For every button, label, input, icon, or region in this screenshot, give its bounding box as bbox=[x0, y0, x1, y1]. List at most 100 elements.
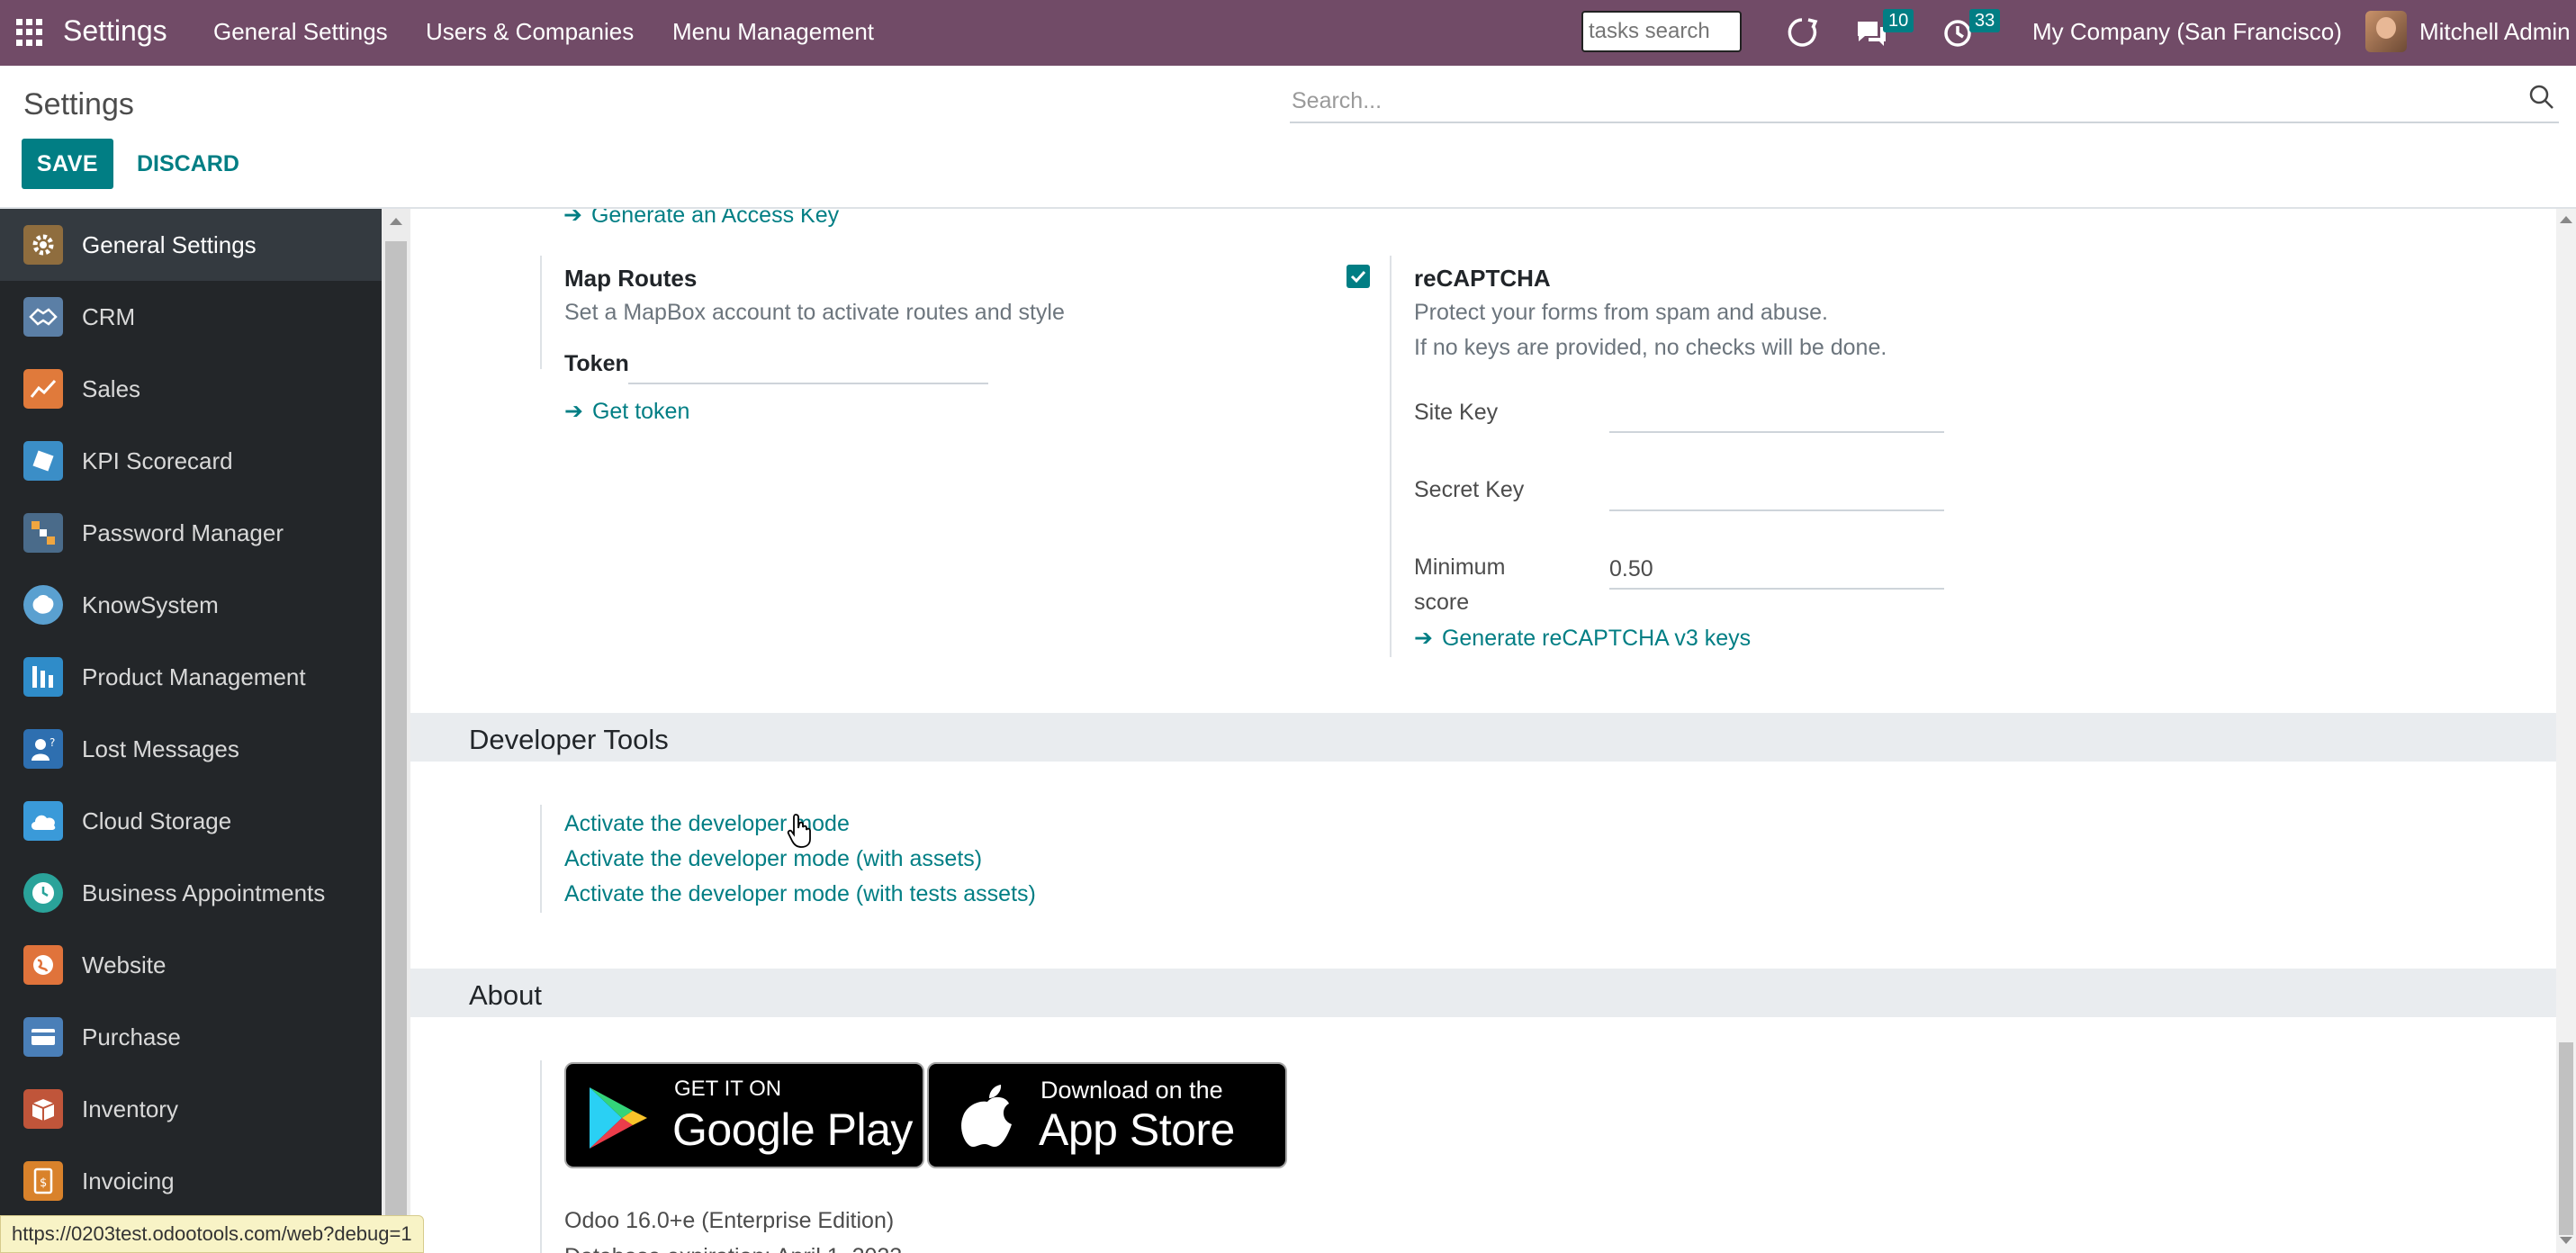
content-scrollbar[interactable] bbox=[2556, 209, 2576, 1253]
sidebar-item-website[interactable]: Website bbox=[0, 929, 382, 1001]
messages-count-badge: 10 bbox=[1883, 9, 1914, 32]
company-switcher[interactable]: My Company (San Francisco) bbox=[2032, 18, 2342, 46]
menu-general-settings[interactable]: General Settings bbox=[213, 18, 388, 46]
sidebar-item-sales[interactable]: Sales bbox=[0, 353, 382, 425]
developer-tools-header: Developer Tools bbox=[410, 713, 2556, 762]
activate-developer-mode-tests-link[interactable]: Activate the developer mode (with tests … bbox=[564, 881, 1036, 907]
minimum-score-label-line2: score bbox=[1414, 590, 1470, 615]
arrow-right-icon: ➔ bbox=[563, 209, 582, 228]
globe-icon bbox=[23, 945, 63, 985]
apps-grid-icon[interactable] bbox=[16, 19, 43, 46]
recaptcha-note: If no keys are provided, no checks will … bbox=[1414, 335, 1887, 360]
scroll-up-arrow-icon[interactable] bbox=[2560, 216, 2572, 223]
sidebar-item-knowsystem[interactable]: KnowSystem bbox=[0, 569, 382, 641]
sidebar-item-label: Password Manager bbox=[82, 518, 284, 546]
minimum-score-value[interactable]: 0.50 bbox=[1609, 556, 1653, 582]
activity-clock-icon[interactable] bbox=[1942, 18, 1973, 49]
chart-up-icon bbox=[23, 369, 63, 409]
google-play-icon bbox=[590, 1087, 647, 1149]
sidebar-item-purchase[interactable]: Purchase bbox=[0, 1001, 382, 1073]
menu-menu-management[interactable]: Menu Management bbox=[672, 18, 874, 46]
checkmark-icon bbox=[1350, 270, 1366, 284]
avatar[interactable] bbox=[2365, 11, 2407, 52]
token-label: Token bbox=[564, 351, 629, 376]
sidebar-item-label: Cloud Storage bbox=[82, 807, 232, 834]
brain-icon bbox=[23, 585, 63, 625]
sidebar-item-product-management[interactable]: Product Management bbox=[0, 641, 382, 713]
control-panel: Settings SAVE DISCARD bbox=[0, 66, 2576, 209]
sidebar-item-label: Website bbox=[82, 951, 167, 978]
sidebar-item-business-appointments[interactable]: Business Appointments bbox=[0, 857, 382, 929]
credit-card-icon bbox=[23, 1017, 63, 1057]
token-field[interactable] bbox=[628, 383, 988, 384]
app-store-badge[interactable]: Download on the App Store bbox=[927, 1062, 1287, 1168]
sidebar-item-kpi-scorecard[interactable]: KPI Scorecard bbox=[0, 425, 382, 497]
sidebar-item-label: CRM bbox=[82, 302, 136, 330]
gear-icon bbox=[23, 225, 63, 265]
svg-text:?: ? bbox=[50, 736, 55, 749]
menu-users-companies[interactable]: Users & Companies bbox=[426, 18, 634, 46]
site-key-label: Site Key bbox=[1414, 400, 1499, 425]
sidebar-item-invoicing[interactable]: $ Invoicing bbox=[0, 1145, 382, 1217]
site-key-field[interactable] bbox=[1609, 431, 1944, 433]
sidebar-item-crm[interactable]: CRM bbox=[0, 281, 382, 353]
generate-recaptcha-keys-link[interactable]: ➔ Generate reCAPTCHA v3 keys bbox=[1414, 625, 1751, 652]
sidebar-item-password-manager[interactable]: Password Manager bbox=[0, 497, 382, 569]
apple-icon bbox=[961, 1085, 1012, 1147]
product-management-icon bbox=[23, 657, 63, 697]
scorecard-icon bbox=[23, 441, 63, 481]
secret-key-field[interactable] bbox=[1609, 509, 1944, 511]
hand-cursor-icon bbox=[787, 814, 811, 848]
box-icon bbox=[23, 1089, 63, 1129]
generate-access-key-link[interactable]: ➔ Generate an Access Key bbox=[563, 209, 839, 229]
sidebar-item-label: Inventory bbox=[82, 1095, 178, 1122]
recaptcha-divider bbox=[1390, 256, 1392, 657]
sidebar-scrollbar-thumb[interactable] bbox=[385, 241, 407, 1240]
developer-tools-title: Developer Tools bbox=[469, 724, 669, 755]
about-header: About bbox=[410, 969, 2556, 1017]
google-play-badge[interactable]: GET IT ON Google Play bbox=[564, 1062, 924, 1168]
user-question-icon: ? bbox=[23, 729, 63, 769]
activities-count-badge: 33 bbox=[1969, 9, 2001, 32]
map-routes-divider bbox=[540, 256, 542, 369]
recaptcha-checkbox[interactable] bbox=[1347, 265, 1370, 288]
invoice-icon: $ bbox=[23, 1161, 63, 1201]
settings-search bbox=[1290, 78, 2559, 123]
tasks-search-input[interactable] bbox=[1581, 11, 1742, 52]
sidebar-item-label: Business Appointments bbox=[82, 879, 326, 906]
sidebar-scrollbar[interactable] bbox=[382, 209, 410, 1253]
arrow-right-icon: ➔ bbox=[1414, 626, 1433, 651]
user-menu[interactable]: Mitchell Admin bbox=[2419, 18, 2571, 46]
arrow-right-icon: ➔ bbox=[564, 399, 583, 424]
scroll-down-arrow-icon[interactable] bbox=[2560, 1237, 2572, 1244]
search-icon[interactable] bbox=[2528, 84, 2555, 111]
sidebar-item-lost-messages[interactable]: ? Lost Messages bbox=[0, 713, 382, 785]
database-expiration: Database expiration: April 1, 2023 bbox=[564, 1244, 902, 1253]
refresh-icon[interactable] bbox=[1786, 16, 1818, 49]
save-button[interactable]: SAVE bbox=[22, 139, 113, 189]
odoo-version: Odoo 16.0+e (Enterprise Edition) bbox=[564, 1208, 895, 1233]
scroll-up-arrow-icon[interactable] bbox=[390, 218, 402, 225]
secret-key-label: Secret Key bbox=[1414, 477, 1525, 502]
svg-text:$: $ bbox=[40, 1176, 47, 1190]
sidebar-item-general-settings[interactable]: General Settings bbox=[0, 209, 382, 281]
about-title: About bbox=[469, 979, 543, 1011]
sidebar-item-label: Lost Messages bbox=[82, 735, 239, 762]
activate-developer-mode-assets-link[interactable]: Activate the developer mode (with assets… bbox=[564, 846, 982, 872]
sidebar-item-label: KnowSystem bbox=[82, 590, 219, 618]
sidebar-item-label: Purchase bbox=[82, 1023, 181, 1050]
sidebar-item-cloud-storage[interactable]: Cloud Storage bbox=[0, 785, 382, 857]
get-token-link[interactable]: ➔ Get token bbox=[564, 398, 689, 425]
breadcrumb: Settings bbox=[23, 87, 134, 122]
sidebar-item-inventory[interactable]: Inventory bbox=[0, 1073, 382, 1145]
search-input[interactable] bbox=[1292, 86, 2507, 116]
minimum-score-label: Minimum bbox=[1414, 554, 1506, 580]
app-store-small-text: Download on the bbox=[1040, 1077, 1223, 1104]
app-title[interactable]: Settings bbox=[63, 14, 167, 48]
recaptcha-description: Protect your forms from spam and abuse. bbox=[1414, 300, 1828, 325]
content-scrollbar-thumb[interactable] bbox=[2559, 1042, 2573, 1235]
sidebar-item-label: Sales bbox=[82, 374, 141, 402]
satellite-icon bbox=[23, 513, 63, 553]
minimum-score-field[interactable] bbox=[1609, 588, 1944, 590]
discard-button[interactable]: DISCARD bbox=[131, 139, 245, 189]
